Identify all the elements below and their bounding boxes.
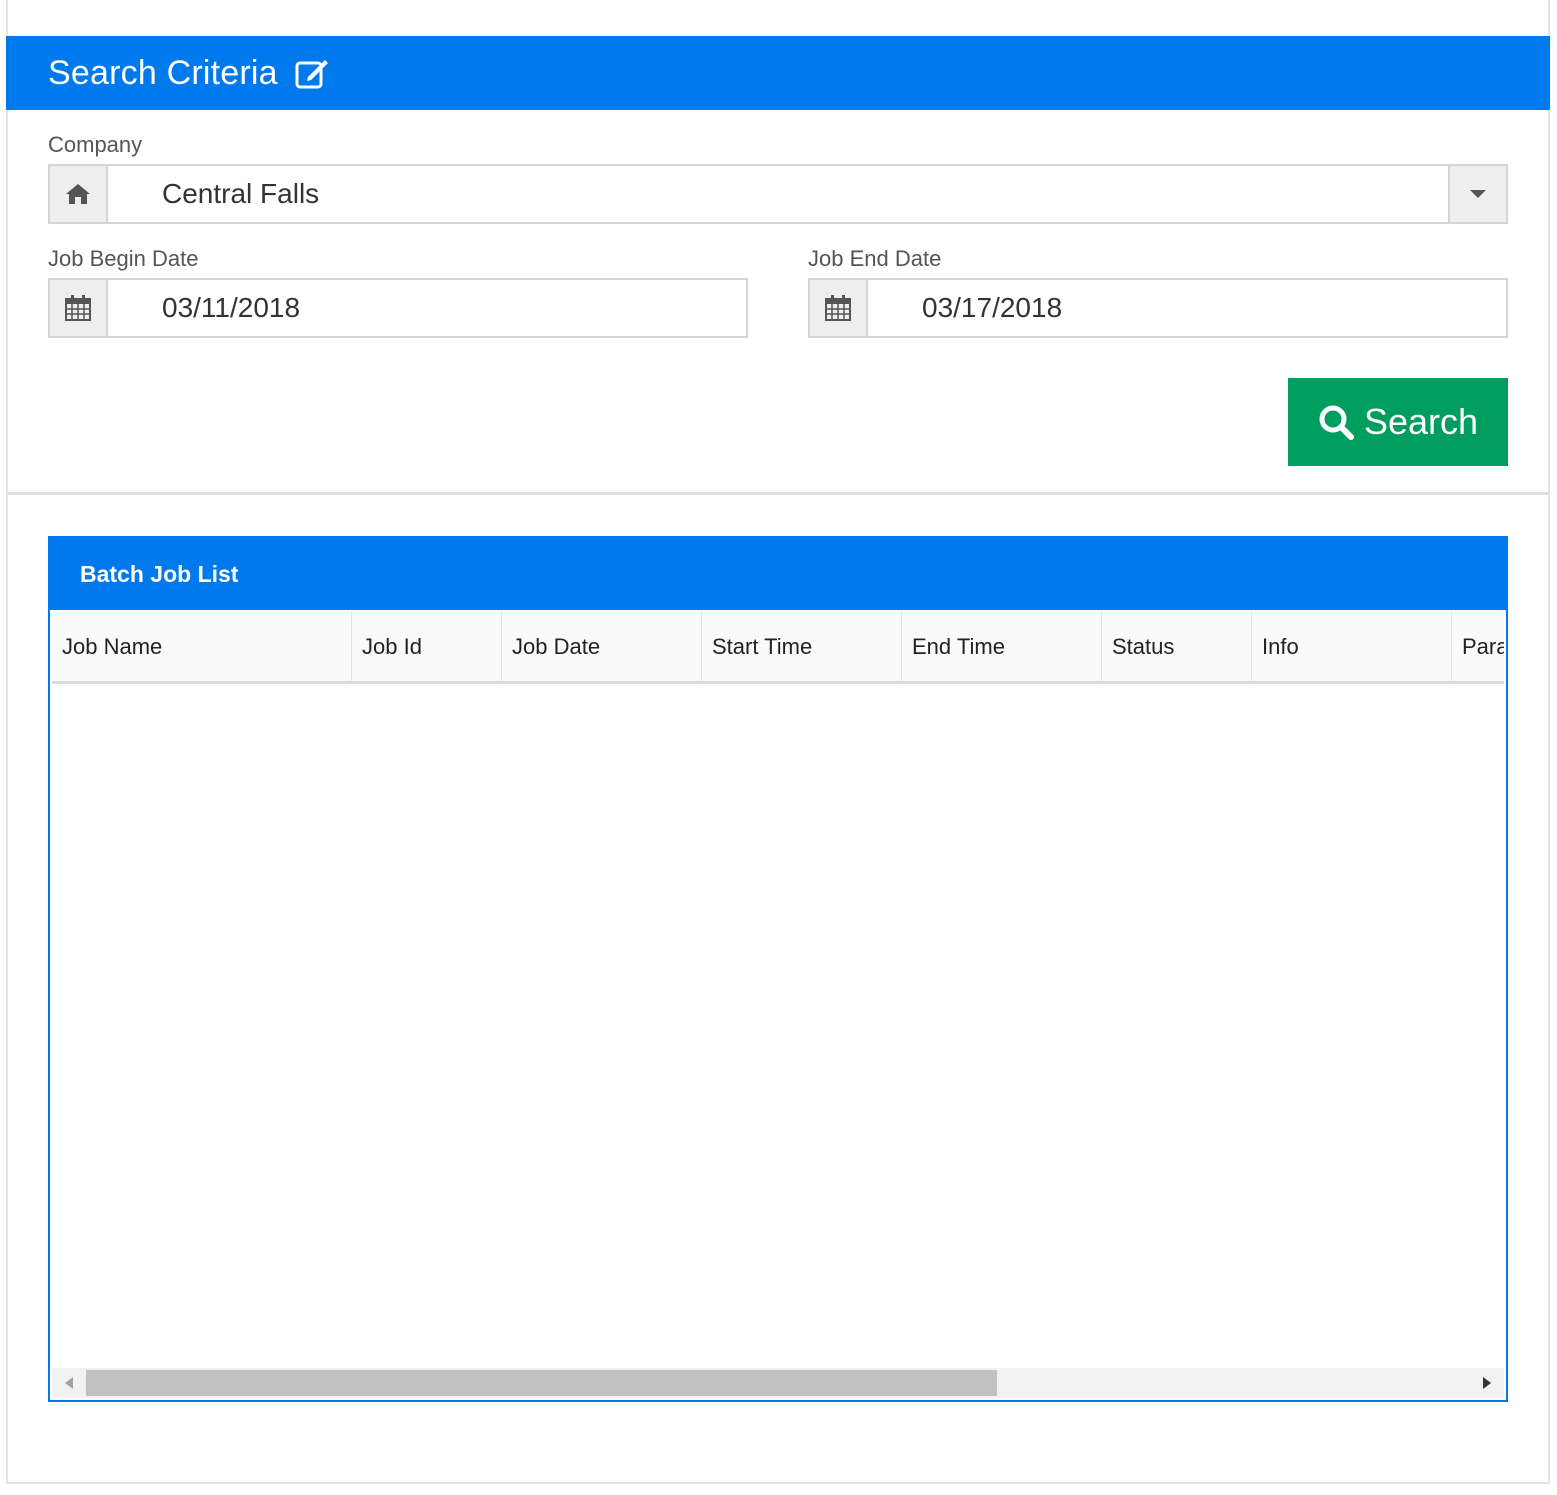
scrollbar-track[interactable] [86, 1368, 1470, 1398]
column-header-para[interactable]: Para [1452, 612, 1504, 681]
search-button[interactable]: Search [1288, 378, 1508, 466]
section-divider [8, 492, 1548, 495]
search-button-label: Search [1363, 401, 1479, 442]
begin-date-field[interactable]: 03/11/2018 [48, 278, 748, 338]
begin-date-value: 03/11/2018 [162, 292, 301, 323]
company-select[interactable]: Central Falls [48, 164, 1508, 224]
scroll-right-icon[interactable] [1470, 1368, 1504, 1398]
horizontal-scrollbar[interactable] [52, 1368, 1504, 1398]
end-date-label: Job End Date [808, 246, 942, 271]
company-value: Central Falls [162, 178, 320, 209]
column-header-start-time[interactable]: Start Time [702, 612, 902, 681]
scroll-left-icon[interactable] [52, 1368, 86, 1398]
end-date-value: 03/17/2018 [922, 292, 1063, 323]
end-date-field[interactable]: 03/17/2018 [808, 278, 1508, 338]
chevron-down-icon[interactable] [1448, 166, 1506, 222]
edit-icon[interactable] [294, 55, 330, 91]
column-header-info[interactable]: Info [1252, 612, 1452, 681]
grid-column-header: Job Name Job Id Job Date Start Time End … [52, 612, 1504, 684]
column-header-end-time[interactable]: End Time [902, 612, 1102, 681]
calendar-icon[interactable] [810, 280, 868, 336]
column-header-job-date[interactable]: Job Date [502, 612, 702, 681]
search-icon [1319, 405, 1354, 440]
company-label: Company [48, 132, 143, 157]
grid-title: Batch Job List [50, 538, 1506, 610]
column-header-status[interactable]: Status [1102, 612, 1252, 681]
begin-date-label: Job Begin Date [48, 246, 199, 271]
calendar-icon[interactable] [50, 280, 108, 336]
column-header-job-name[interactable]: Job Name [52, 612, 352, 681]
search-criteria-header: Search Criteria [6, 36, 1550, 110]
home-icon [50, 166, 108, 222]
batch-job-grid: Batch Job List Job Name Job Id Job Date … [48, 536, 1508, 1402]
column-header-job-id[interactable]: Job Id [352, 612, 502, 681]
scrollbar-thumb[interactable] [86, 1370, 997, 1396]
search-criteria-title: Search Criteria [48, 53, 278, 92]
